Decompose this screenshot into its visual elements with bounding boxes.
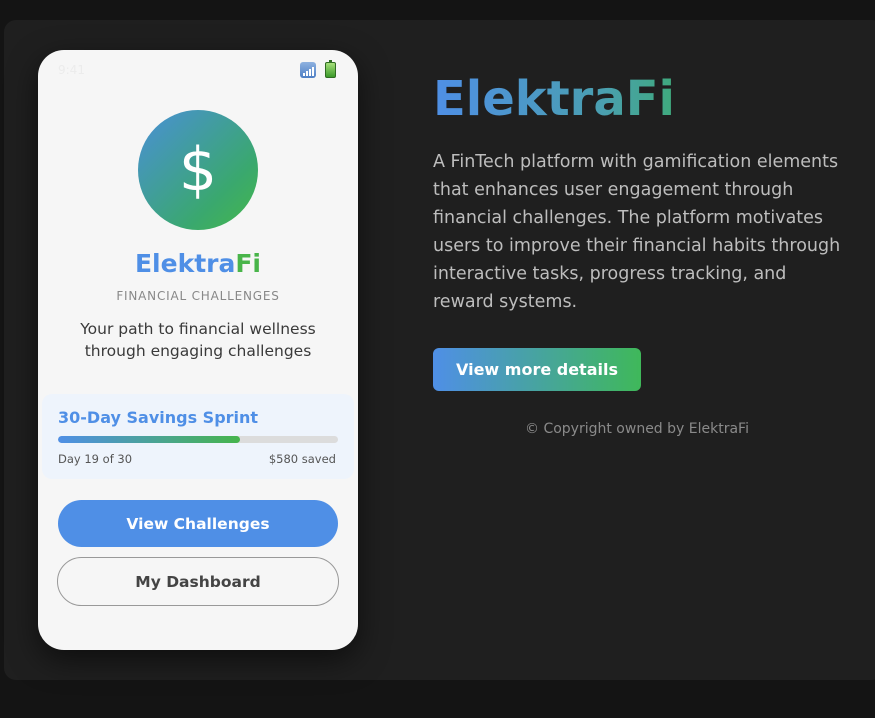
hero-description: A FinTech platform with gamification ele…	[433, 152, 841, 312]
view-more-details-button[interactable]: View more details	[433, 348, 641, 391]
app-brand-name: ElektraFi	[38, 249, 358, 278]
challenge-progress-bar	[58, 436, 338, 443]
app-description: Your path to financial wellness through …	[80, 320, 316, 360]
view-challenges-button[interactable]: View Challenges	[58, 500, 338, 547]
hero-title: ElektraFi	[433, 68, 675, 130]
copyright-notice: © Copyright owned by ElektraFi	[525, 421, 749, 437]
challenge-progress-fill	[58, 436, 240, 443]
brand-name-part1: Elektra	[134, 249, 236, 278]
challenge-card[interactable]: 30-Day Savings Sprint Day 19 of 30 $580 …	[42, 394, 354, 479]
signal-icon	[300, 62, 316, 78]
logo-symbol: $	[178, 135, 218, 205]
brand-name-part2: Fi	[235, 249, 262, 278]
my-dashboard-button[interactable]: My Dashboard	[57, 557, 339, 606]
status-bar-icons	[300, 60, 336, 78]
app-tagline: FINANCIAL CHALLENGES	[116, 289, 280, 303]
challenge-title: 30-Day Savings Sprint	[58, 408, 259, 427]
challenge-saved-amount: $580 saved	[268, 452, 336, 466]
challenge-day-counter: Day 19 of 30	[58, 452, 133, 466]
battery-icon	[325, 60, 336, 78]
logo-dollar-icon: $	[138, 110, 258, 230]
phone-mockup: 9:41 $ ElektraFi FINANCIAL CHALLENGES Yo…	[38, 50, 358, 650]
status-time: 9:41	[58, 63, 85, 77]
